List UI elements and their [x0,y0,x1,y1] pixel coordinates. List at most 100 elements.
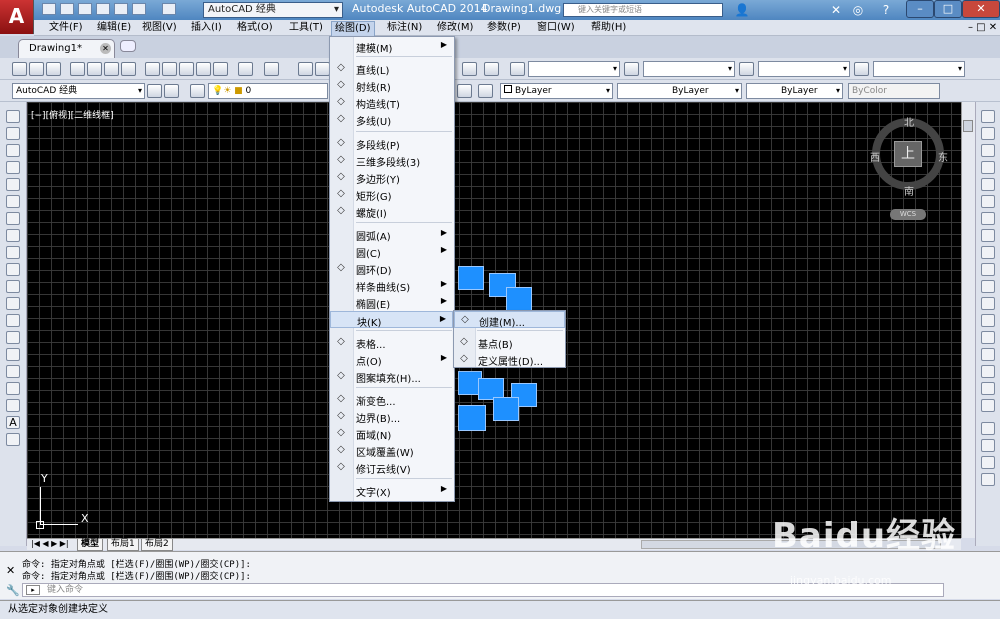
draw-menu-item[interactable]: ◇ 修订云线(V) [330,459,453,476]
workspace-settings-icon[interactable] [147,84,162,98]
chamfer-icon[interactable] [981,348,995,361]
make-current-icon[interactable] [457,84,472,98]
draw-menu-item[interactable]: ◇ 面域(N) [330,425,453,442]
draw-menu-item[interactable]: ◇ 多段线(P) [330,135,453,152]
exchange-icon[interactable]: ✕ [828,2,844,18]
close-button[interactable]: ✕ [962,0,1000,18]
viewcube-top-face[interactable]: 上 [894,141,922,167]
color-combo[interactable]: ByLayer ▾ [500,83,613,99]
draw-menu-item[interactable]: ◇ 多线(U) [330,111,453,128]
draw-menu-item[interactable]: ◇ 构造线(T) [330,94,453,111]
block-menu-item[interactable]: ◇ 定义属性(D)... [454,351,565,368]
draw-menu-item[interactable]: 椭圆(E) ▶ [330,294,453,311]
ellipse-arc-icon[interactable] [6,280,20,293]
tab-layout1[interactable]: 布局1 [107,539,139,551]
draw-menu-item[interactable]: ◇ 直线(L) [330,60,453,77]
region-icon[interactable] [6,382,20,395]
ellipse-icon[interactable] [6,263,20,276]
vertical-scrollbar[interactable] [961,102,975,538]
circle-icon[interactable] [6,212,20,225]
break-icon[interactable] [981,314,995,327]
text-style-combo[interactable]: ▾ [528,61,620,77]
dim-style-icon[interactable] [624,62,639,76]
draw-menu-item[interactable]: 圆(C) ▶ [330,243,453,260]
polygon-icon[interactable] [6,161,20,174]
draw-menu-item[interactable]: ◇ 渐变色... [330,391,453,408]
polyline-icon[interactable] [6,144,20,157]
draw-menu-item[interactable]: 建模(M) ▶ [330,38,453,55]
layer-previous-icon[interactable] [478,84,493,98]
break-at-point-icon[interactable] [981,297,995,310]
draworder-under-icon[interactable] [981,473,995,486]
layout-nav-arrows[interactable]: |◀ ◀ ▶ ▶| [31,539,69,548]
draw-menu-item[interactable]: ◇ 表格... [330,334,453,351]
draw-menu-item[interactable]: 圆弧(A) ▶ [330,226,453,243]
mirror-icon[interactable] [981,144,995,157]
join-icon[interactable] [981,331,995,344]
draw-menu-item[interactable]: ◇ 螺旋(I) [330,203,453,220]
close-command-icon[interactable]: ✕ [6,564,15,577]
text-style-icon[interactable] [510,62,525,76]
linetype-combo[interactable]: ByLayer ▾ [617,83,742,99]
layer-state-icon[interactable] [190,84,205,98]
draworder-front-icon[interactable] [981,422,995,435]
table-style-icon[interactable] [739,62,754,76]
workspace-selector[interactable]: AutoCAD 经典 ▾ [203,2,343,18]
preview-icon[interactable] [87,62,102,76]
point-icon[interactable] [6,331,20,344]
redo-icon[interactable] [162,3,176,15]
blend-icon[interactable] [981,382,995,395]
search-input[interactable]: 键入关键字或短语 [563,3,723,17]
save-icon[interactable] [46,62,61,76]
menu-format[interactable]: 格式(O) [234,21,276,35]
new-file-icon[interactable] [42,3,56,15]
draw-menu-item[interactable]: ◇ 射线(R) [330,77,453,94]
multileader-style-icon[interactable] [854,62,869,76]
menu-file[interactable]: 文件(F) [46,21,86,35]
paste-icon[interactable] [179,62,194,76]
open-icon[interactable] [29,62,44,76]
help-icon[interactable] [484,62,499,76]
add-selected-icon[interactable] [6,433,20,446]
menu-insert[interactable]: 插入(I) [188,21,225,35]
menu-help[interactable]: 帮助(H) [588,21,629,35]
draworder-above-icon[interactable] [981,456,995,469]
a360-icon[interactable]: ◎ [850,2,866,18]
menu-draw[interactable]: 绘图(D) [331,21,375,37]
menu-view[interactable]: 视图(V) [139,21,180,35]
multileader-style-combo[interactable]: ▾ [873,61,965,77]
insert-block-icon[interactable] [6,297,20,310]
scale-icon[interactable] [981,229,995,242]
redo-icon[interactable] [264,62,279,76]
erase-icon[interactable] [981,110,995,123]
3d-print-icon[interactable] [121,62,136,76]
revcloud-icon[interactable] [6,229,20,242]
wcs-menu[interactable]: WCS [890,209,926,220]
draw-menu-item[interactable]: ◇ 区域覆盖(W) [330,442,453,459]
draw-menu-item[interactable]: 文字(X) ▶ [330,482,453,499]
copy-icon[interactable] [162,62,177,76]
match-properties-icon[interactable] [196,62,211,76]
draw-menu-item[interactable]: ◇ 圆环(D) [330,260,453,277]
menu-edit[interactable]: 编辑(E) [94,21,134,35]
stretch-icon[interactable] [981,246,995,259]
selected-square[interactable] [493,397,519,421]
compass-south[interactable]: 南 [904,183,914,198]
selected-square[interactable] [506,287,532,311]
selected-square[interactable] [458,266,484,290]
cut-icon[interactable] [145,62,160,76]
block-menu-item[interactable]: ◇ 创建(M)... [454,311,565,329]
plot-icon[interactable] [70,62,85,76]
doc-window-controls[interactable]: – □ ✕ [968,22,997,33]
draw-menu-item[interactable]: 样条曲线(S) ▶ [330,277,453,294]
compass-north[interactable]: 北 [904,114,914,129]
viewport-controls[interactable]: [−][俯视][二维线框] [31,108,114,121]
copy-object-icon[interactable] [981,127,995,140]
user-icon[interactable]: 👤 [734,2,750,18]
rotate-icon[interactable] [981,212,995,225]
new-icon[interactable] [12,62,27,76]
explode-icon[interactable] [981,399,995,412]
compass-east[interactable]: 东 [938,149,948,164]
layer-combo[interactable]: 💡☀ ■ 0 [208,83,328,99]
pan-icon[interactable] [298,62,313,76]
